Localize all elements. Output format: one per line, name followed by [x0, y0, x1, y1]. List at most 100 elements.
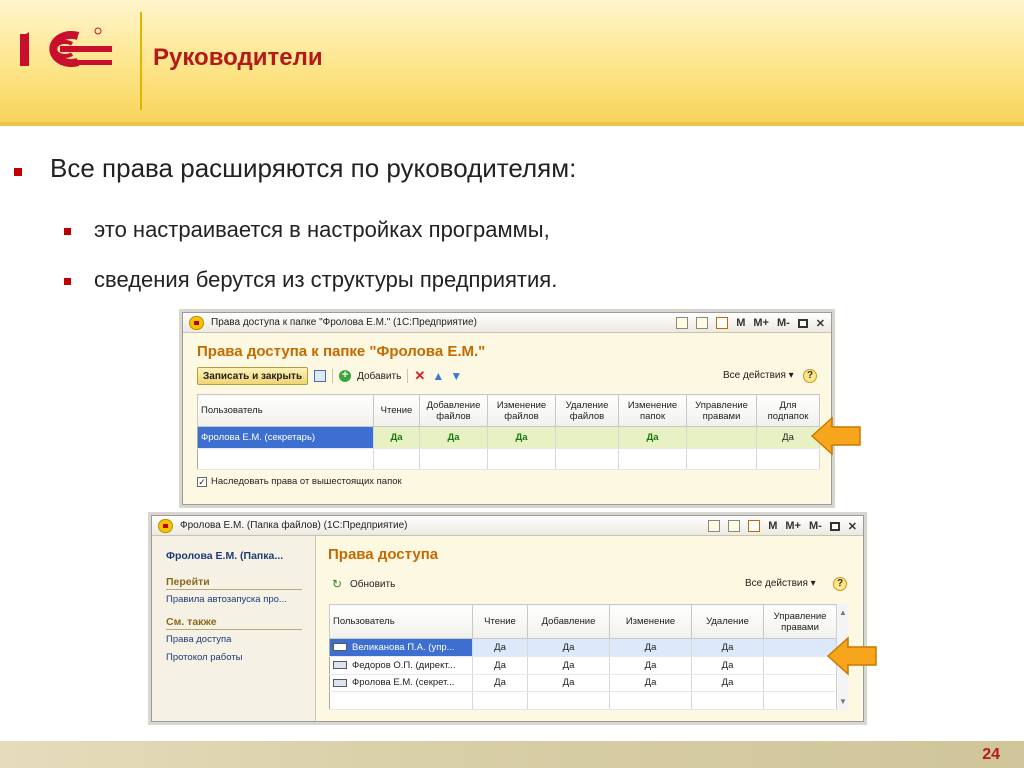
favorites-icon[interactable]: [676, 317, 689, 329]
user-icon: [333, 643, 347, 652]
rights-table: Пользователь Чтение Добавление Изменение…: [329, 604, 837, 710]
calendar-icon[interactable]: [748, 520, 761, 532]
inherit-rights-checkbox[interactable]: ✓: [197, 476, 207, 487]
inherit-rights-option[interactable]: ✓ Наследовать права от вышестоящих папок: [197, 476, 402, 487]
all-actions-menu[interactable]: Все действия ▾: [723, 370, 794, 381]
memory-minus-button[interactable]: M-: [777, 317, 790, 329]
column-header[interactable]: Удаление файлов: [555, 394, 619, 427]
empty-row: [329, 691, 837, 710]
column-header[interactable]: Удаление: [691, 604, 764, 639]
delete-files-cell[interactable]: [555, 426, 619, 449]
window-heading: Права доступа: [328, 546, 439, 563]
read-cell[interactable]: Да: [472, 638, 528, 657]
column-header[interactable]: Изменение папок: [618, 394, 687, 427]
edit-cell[interactable]: Да: [609, 656, 692, 675]
table-row[interactable]: Федоров О.П. (директ... Да Да Да Да: [329, 656, 837, 675]
edit-files-cell[interactable]: Да: [487, 426, 556, 449]
object-title: Фролова Е.М. (Папка...: [166, 550, 284, 562]
column-header[interactable]: Управление правами: [763, 604, 837, 639]
manage-rights-cell[interactable]: [686, 426, 757, 449]
manage-rights-cell[interactable]: [763, 674, 837, 693]
edit-folders-cell[interactable]: Да: [618, 426, 687, 449]
memory-plus-button[interactable]: M+: [753, 317, 769, 329]
memory-plus-button[interactable]: M+: [785, 520, 801, 532]
delete-cell[interactable]: Да: [691, 638, 764, 657]
add-cell[interactable]: Да: [527, 638, 610, 657]
move-down-icon[interactable]: ▼: [450, 370, 462, 382]
save-and-close-button[interactable]: Записать и закрыть: [197, 367, 309, 385]
save-icon[interactable]: [314, 370, 327, 382]
table-row[interactable]: Фролова Е.М. (секрет... Да Да Да Да: [329, 674, 837, 693]
empty-row: [197, 448, 820, 470]
edit-cell[interactable]: Да: [609, 674, 692, 693]
memory-minus-button[interactable]: M-: [809, 520, 822, 532]
column-header[interactable]: Добавление файлов: [419, 394, 488, 427]
refresh-icon: ↻: [332, 577, 343, 591]
read-cell[interactable]: Да: [472, 656, 528, 675]
scroll-down-icon[interactable]: ▼: [839, 697, 847, 706]
calendar-icon[interactable]: [716, 317, 729, 329]
help-icon[interactable]: ?: [833, 577, 847, 591]
user-cell[interactable]: Фролова Е.М. (секретарь): [197, 426, 374, 449]
column-header[interactable]: Чтение: [373, 394, 420, 427]
user-cell[interactable]: Федоров О.П. (директ...: [329, 656, 473, 675]
read-cell[interactable]: Да: [373, 426, 420, 449]
work-log-link[interactable]: Протокол работы: [166, 652, 243, 663]
user-icon: [333, 678, 347, 687]
help-icon[interactable]: ?: [803, 369, 817, 383]
read-cell[interactable]: Да: [472, 674, 528, 693]
close-icon[interactable]: ✕: [848, 520, 857, 533]
form-toolbar: Записать и закрыть + Добавить ✕ ▲ ▼: [197, 366, 462, 386]
window-heading: Права доступа к папке "Фролова Е.М.": [197, 343, 486, 360]
memory-button[interactable]: M: [736, 317, 745, 329]
maximize-icon[interactable]: [797, 318, 808, 328]
user-cell[interactable]: Фролова Е.М. (секрет...: [329, 674, 473, 693]
memory-button[interactable]: M: [768, 520, 777, 532]
column-header[interactable]: Изменение: [609, 604, 692, 639]
refresh-button[interactable]: Обновить: [350, 579, 395, 590]
user-name: Великанова П.А. (упр...: [352, 641, 455, 653]
autostart-rules-link[interactable]: Правила автозапуска про...: [166, 594, 287, 605]
user-cell[interactable]: Великанова П.А. (упр...: [329, 638, 473, 657]
access-rights-link[interactable]: Права доступа: [166, 634, 231, 645]
column-header[interactable]: Изменение файлов: [487, 394, 556, 427]
scroll-up-icon[interactable]: ▲: [839, 608, 847, 617]
calculator-icon[interactable]: [696, 317, 709, 329]
user-name: Фролова Е.М. (секрет...: [352, 677, 455, 689]
delete-icon[interactable]: ✕: [414, 369, 426, 382]
maximize-icon[interactable]: [829, 521, 840, 531]
window-title: Фролова Е.М. (Папка файлов) (1С:Предприя…: [180, 520, 408, 531]
goto-section-label: Перейти: [166, 576, 302, 590]
delete-cell[interactable]: Да: [691, 674, 764, 693]
table-row[interactable]: Фролова Е.М. (секретарь) Да Да Да Да Да: [197, 426, 820, 449]
table-row[interactable]: Великанова П.А. (упр... Да Да Да Да: [329, 638, 837, 657]
column-header[interactable]: Управление правами: [686, 394, 757, 427]
bullet-text: Все права расширяются по руководителям:: [50, 153, 577, 183]
favorites-icon[interactable]: [708, 520, 721, 532]
move-up-icon[interactable]: ▲: [432, 370, 444, 382]
bullet-square-icon: [64, 278, 71, 285]
close-icon[interactable]: ✕: [816, 317, 825, 330]
header-underline: [0, 122, 1024, 126]
column-header[interactable]: Чтение: [472, 604, 528, 639]
add-files-cell[interactable]: Да: [419, 426, 488, 449]
add-cell[interactable]: Да: [527, 674, 610, 693]
see-also-section-label: См. также: [166, 616, 302, 630]
add-cell[interactable]: Да: [527, 656, 610, 675]
delete-cell[interactable]: Да: [691, 656, 764, 675]
calculator-icon[interactable]: [728, 520, 741, 532]
column-header[interactable]: Пользователь: [197, 394, 374, 427]
window-titlebar[interactable]: Фролова Е.М. (Папка файлов) (1С:Предприя…: [152, 516, 863, 536]
column-header[interactable]: Добавление: [527, 604, 610, 639]
titlebar-buttons: M M+ M- ✕: [676, 315, 825, 331]
add-button[interactable]: Добавить: [357, 371, 401, 382]
edit-cell[interactable]: Да: [609, 638, 692, 657]
column-header[interactable]: Пользователь: [329, 604, 473, 639]
bullet-text: это настраивается в настройках программы…: [94, 217, 550, 242]
all-actions-label: Все действия: [745, 578, 808, 589]
window-titlebar[interactable]: Права доступа к папке "Фролова Е.М." (1С…: [183, 313, 831, 333]
all-actions-menu[interactable]: Все действия ▾: [745, 578, 816, 589]
table-header-row: Пользователь Чтение Добавление файлов Из…: [197, 394, 820, 427]
rights-table: Пользователь Чтение Добавление файлов Из…: [197, 394, 820, 470]
add-icon: +: [339, 370, 352, 382]
